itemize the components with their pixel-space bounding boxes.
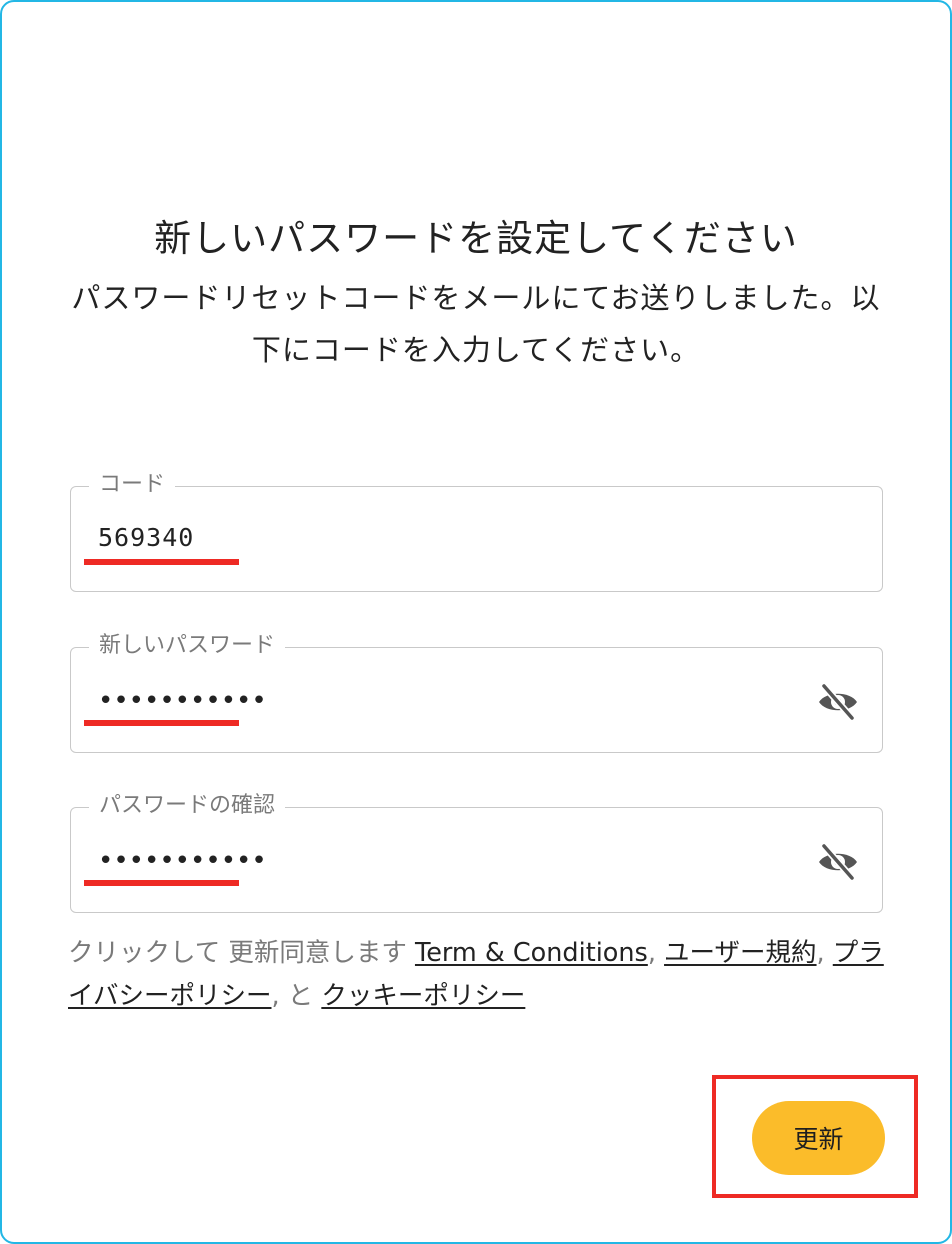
terms-separator: , <box>647 938 665 968</box>
annotation-underline <box>84 720 239 726</box>
terms-and: , と <box>271 981 322 1011</box>
new-password-field[interactable]: 新しいパスワード ••••••••••• <box>70 629 883 753</box>
terms-separator: , <box>816 938 833 968</box>
page-subtitle: パスワードリセットコードをメールにてお送りしました。以下にコードを入力してくださ… <box>71 281 881 367</box>
new-password-input[interactable]: ••••••••••• <box>98 684 698 718</box>
terms-prefix: クリックして 更新同意します <box>68 938 415 968</box>
code-field-label: コード <box>89 468 176 502</box>
confirm-password-label: パスワードの確認 <box>89 789 286 823</box>
code-input[interactable] <box>98 521 698 555</box>
new-password-label: 新しいパスワード <box>89 629 286 663</box>
eye-off-icon[interactable] <box>816 842 860 882</box>
annotation-underline <box>84 559 239 565</box>
confirm-password-field[interactable]: パスワードの確認 ••••••••••• <box>70 789 883 913</box>
terms-text: クリックして 更新同意します Term & Conditions, ユーザー規約… <box>68 932 888 1018</box>
user-agreement-link[interactable]: ユーザー規約 <box>664 938 817 968</box>
eye-off-icon[interactable] <box>816 682 860 722</box>
confirm-password-input[interactable]: ••••••••••• <box>98 844 698 878</box>
update-button[interactable]: 更新 <box>752 1101 885 1175</box>
annotation-underline <box>84 880 239 886</box>
terms-conditions-link[interactable]: Term & Conditions <box>415 938 648 968</box>
code-field[interactable]: コード <box>70 468 883 592</box>
dialog-frame <box>0 0 952 1244</box>
cookie-policy-link[interactable]: クッキーポリシー <box>321 981 525 1011</box>
page-title: 新しいパスワードを設定してください <box>154 217 798 260</box>
